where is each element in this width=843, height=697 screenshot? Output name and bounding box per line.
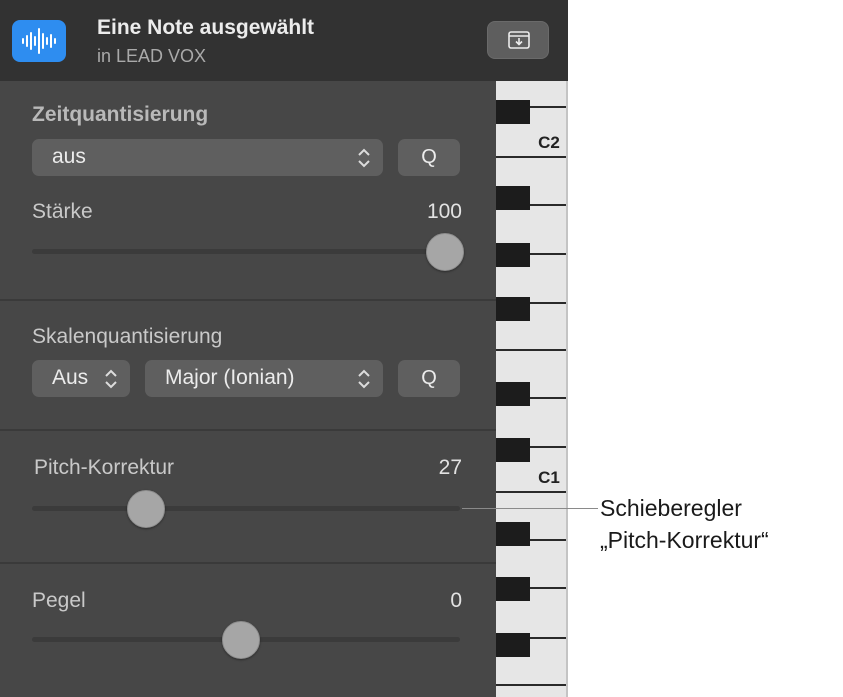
- callout-line-2: „Pitch-Korrektur“: [600, 527, 769, 553]
- strength-slider-knob[interactable]: [426, 233, 464, 271]
- strength-value: 100: [426, 200, 462, 223]
- time-quantize-value: aus: [52, 145, 86, 168]
- chevron-up-down-icon: [358, 369, 370, 389]
- octave-label-c2: C2: [538, 133, 560, 152]
- gain-label: Pegel: [32, 589, 86, 612]
- strength-slider-track[interactable]: [32, 249, 460, 254]
- scale-key-value: Aus: [52, 366, 89, 389]
- waveform-icon: [12, 20, 66, 62]
- time-quantize-popup[interactable]: aus: [32, 139, 383, 176]
- section-divider: [0, 429, 496, 431]
- pitch-correction-value: 27: [438, 456, 462, 479]
- strength-label: Stärke: [32, 200, 93, 223]
- header-title: Eine Note ausgewählt: [97, 16, 315, 39]
- time-quantize-heading: Zeitquantisierung: [32, 103, 209, 126]
- octave-label-c1: C1: [538, 468, 560, 487]
- white-key-divider: [496, 349, 568, 351]
- black-key[interactable]: [496, 382, 530, 406]
- chevron-up-down-icon: [105, 369, 117, 389]
- pitch-correction-slider-knob[interactable]: [127, 490, 166, 528]
- white-key-divider: [496, 684, 568, 686]
- time-quantize-q-button[interactable]: Q: [398, 139, 460, 176]
- black-key[interactable]: [496, 438, 530, 462]
- pitch-correction-label: Pitch-Korrektur: [34, 456, 175, 479]
- gain-value: 0: [450, 589, 462, 612]
- black-key[interactable]: [496, 243, 530, 267]
- black-key[interactable]: [496, 186, 530, 210]
- download-tray-icon: [508, 31, 530, 49]
- scale-quantize-heading: Skalenquantisierung: [32, 325, 223, 348]
- black-key[interactable]: [496, 633, 530, 657]
- piano-edge: [566, 81, 568, 697]
- black-key[interactable]: [496, 577, 530, 601]
- callout-leader-line: [462, 508, 598, 509]
- scale-type-value: Major (Ionian): [165, 366, 295, 389]
- gain-slider-knob[interactable]: [221, 621, 260, 659]
- callout-label: Schieberegler „Pitch-Korrektur“: [600, 492, 769, 556]
- inspector-panel: Zeitquantisierung aus Q Stärke 100 Skale…: [0, 81, 496, 697]
- chevron-up-down-icon: [358, 148, 370, 168]
- black-key[interactable]: [496, 522, 530, 546]
- inspector-header: Eine Note ausgewählt in LEAD VOX: [0, 0, 568, 81]
- pitch-correction-slider-track[interactable]: [32, 506, 460, 511]
- white-key-divider: [496, 491, 568, 493]
- download-tray-button[interactable]: [487, 21, 549, 59]
- white-key-divider: [496, 156, 568, 158]
- piano-keyboard[interactable]: C2 C1: [496, 81, 568, 697]
- scale-quantize-q-button[interactable]: Q: [398, 360, 460, 397]
- header-subtitle: in LEAD VOX: [97, 46, 207, 66]
- black-key[interactable]: [496, 100, 530, 124]
- section-divider: [0, 299, 496, 301]
- scale-key-popup[interactable]: Aus: [32, 360, 130, 397]
- callout-line-1: Schieberegler: [600, 495, 742, 521]
- black-key[interactable]: [496, 297, 530, 321]
- section-divider: [0, 562, 496, 564]
- scale-type-popup[interactable]: Major (Ionian): [145, 360, 383, 397]
